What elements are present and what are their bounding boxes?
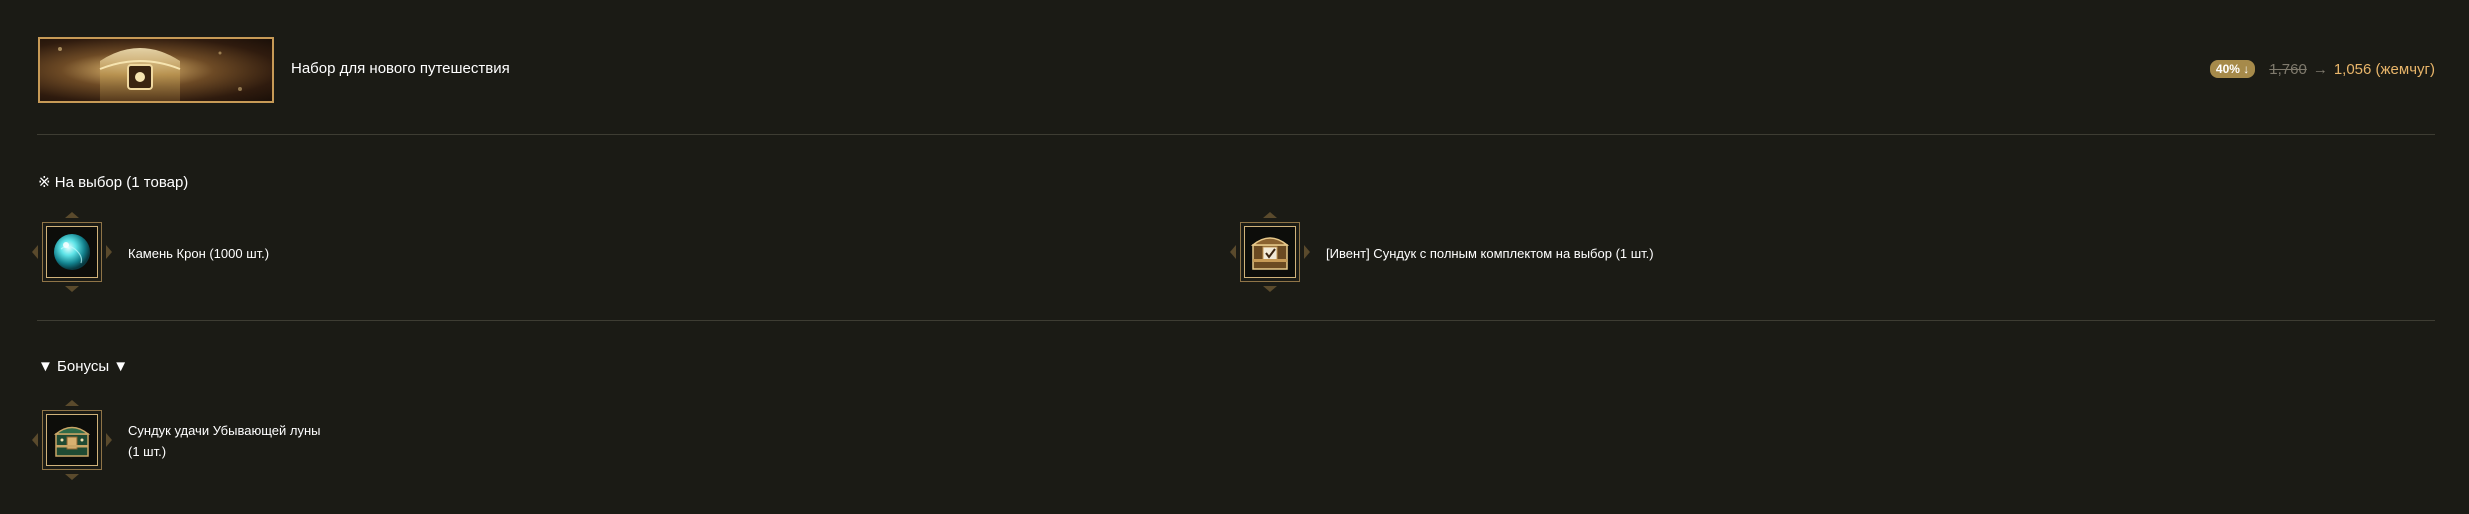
frame-ornament xyxy=(1263,212,1277,218)
item-frame xyxy=(1240,222,1300,282)
item-frame xyxy=(42,410,102,470)
divider xyxy=(37,134,2435,135)
price-block: 40% ↓ 1,760 → 1,056 (жемчуг) xyxy=(2209,60,2435,78)
price-arrow: → xyxy=(2312,60,2328,78)
bonus-item-1-label-line2: (1 шт.) xyxy=(128,444,167,459)
bonus-item-1-label: Сундук удачи Убывающей луны (1 шт.) xyxy=(128,420,320,462)
discount-badge: 40% ↓ xyxy=(2209,60,2256,78)
frame-ornament xyxy=(1263,286,1277,292)
crystal-orb-icon xyxy=(46,226,98,278)
choice-item-2-label: [Ивент] Сундук с полным комплектом на вы… xyxy=(1326,246,1654,261)
choice-item-1-label: Камень Крон (1000 шт.) xyxy=(128,246,270,261)
old-price: 1,760 xyxy=(2269,60,2307,78)
bonus-item-1-label-line1: Сундук удачи Убывающей луны xyxy=(128,423,321,438)
choice-item-2[interactable] xyxy=(1230,212,1310,292)
frame-ornament xyxy=(106,245,112,259)
treasure-chest-icon xyxy=(1244,226,1296,278)
bonus-section-title: ▼ Бонусы ▼ xyxy=(38,358,129,375)
green-chest-icon xyxy=(46,414,98,466)
choice-section-title: ※ На выбор (1 товар) xyxy=(38,174,189,191)
frame-ornament xyxy=(65,400,79,406)
frame-ornament xyxy=(1230,245,1236,259)
new-price: 1,056 (жемчуг) xyxy=(2333,60,2435,78)
frame-ornament xyxy=(106,433,112,447)
frame-ornament xyxy=(32,245,38,259)
package-title: Набор для нового путешествия xyxy=(291,60,510,77)
frame-ornament xyxy=(65,286,79,292)
bonus-item-1[interactable] xyxy=(32,400,112,480)
frame-ornament xyxy=(32,433,38,447)
item-frame xyxy=(42,222,102,282)
frame-ornament xyxy=(1304,245,1310,259)
frame-ornament xyxy=(65,474,79,480)
choice-item-1[interactable] xyxy=(32,212,112,292)
package-banner-image xyxy=(38,37,274,103)
ornate-chest-icon xyxy=(58,47,242,101)
divider xyxy=(37,320,2435,321)
frame-ornament xyxy=(65,212,79,218)
